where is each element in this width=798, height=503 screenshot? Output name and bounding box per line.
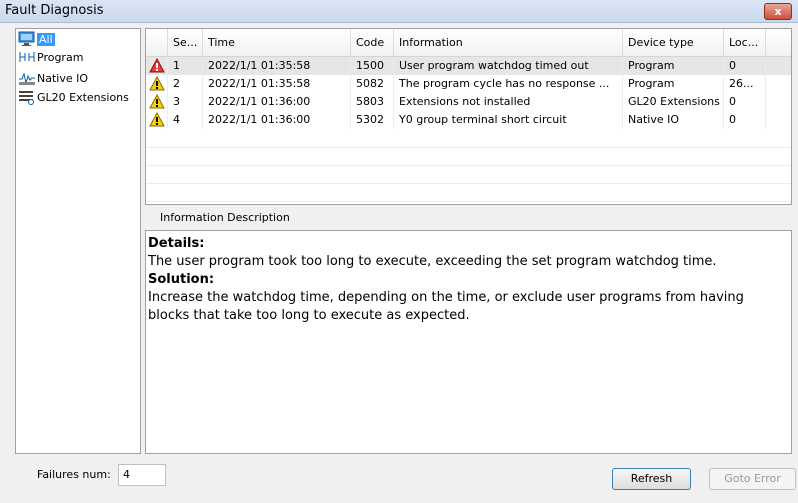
cell-device-type: GL20 Extensions [623,93,724,111]
goto-error-button[interactable]: Goto Error [709,468,796,490]
warning-icon [146,111,168,129]
cell-code: 5082 [351,75,394,93]
solution-heading: Solution: [148,272,215,287]
warning-icon [146,75,168,93]
warning-icon [146,93,168,111]
title-bar: Fault Diagnosis x [0,0,798,23]
table-row[interactable]: 3 2022/1/1 01:36:00 5803 Extensions not … [146,93,791,111]
empty-row [146,129,791,148]
column-header-code[interactable]: Code [351,29,394,56]
cell-information: Extensions not installed [394,93,623,111]
empty-row [146,183,791,202]
tree-item-all[interactable]: All [18,30,55,48]
cell-information: User program watchdog timed out [394,57,623,75]
cell-device-type: Program [623,57,724,75]
empty-row [146,165,791,184]
cell-location: 26... [724,75,766,93]
info-section-label: Information Description [160,211,290,224]
details-text: The user program took too long to execut… [148,254,717,269]
cell-location: 0 [724,111,766,129]
cell-information: The program cycle has no response ... [394,75,623,93]
cell-time: 2022/1/1 01:35:58 [203,75,351,93]
cell-code: 5302 [351,111,394,129]
tree-item-program[interactable]: Program [18,48,83,66]
table-row[interactable]: 2 2022/1/1 01:35:58 5082 The program cyc… [146,75,791,93]
cell-device-type: Native IO [623,111,724,129]
cell-code: 1500 [351,57,394,75]
column-header-seq[interactable]: Se... [168,29,203,56]
tree-item-gl20-extensions[interactable]: GL20 Extensions [18,88,129,106]
refresh-button[interactable]: Refresh [612,468,691,490]
column-header-information[interactable]: Information [394,29,623,56]
tree-item-label: Program [37,50,84,64]
tree-item-native-io[interactable]: Native IO [18,69,88,87]
failures-label: Failures num: [37,468,111,481]
cell-seq: 2 [168,75,203,93]
cell-time: 2022/1/1 01:36:00 [203,93,351,111]
table-row[interactable]: 4 2022/1/1 01:36:00 5302 Y0 group termin… [146,111,791,129]
column-header-time[interactable]: Time [203,29,351,56]
cell-time: 2022/1/1 01:35:58 [203,57,351,75]
cell-seq: 3 [168,93,203,111]
close-button[interactable]: x [764,3,792,20]
column-header-icon [146,29,168,56]
details-heading: Details: [148,236,205,251]
column-header-device-type[interactable]: Device type [623,29,724,56]
ladder-icon [18,49,36,65]
cell-time: 2022/1/1 01:36:00 [203,111,351,129]
tree-item-label: GL20 Extensions [37,90,129,104]
tree-item-label: All [37,32,55,46]
table-header: Se... Time Code Information Device type … [146,29,791,57]
cell-device-type: Program [623,75,724,93]
tree-item-label: Native IO [37,71,89,85]
cell-location: 0 [724,57,766,75]
cell-seq: 1 [168,57,203,75]
device-tree: All Program Native IO GL20 Extensions [15,28,141,454]
empty-row [146,147,791,166]
error-icon [146,57,168,75]
cell-code: 5803 [351,93,394,111]
table-row[interactable]: 1 2022/1/1 01:35:58 1500 User program wa… [146,57,791,75]
cell-information: Y0 group terminal short circuit [394,111,623,129]
cell-location: 0 [724,93,766,111]
fault-table: Se... Time Code Information Device type … [145,28,792,205]
info-description-box: Details: The user program took too long … [145,230,792,454]
window-title: Fault Diagnosis [5,3,104,18]
monitor-icon [18,31,36,47]
solution-text: Increase the watchdog time, depending on… [148,290,744,323]
module-icon [18,89,36,105]
cell-seq: 4 [168,111,203,129]
failures-count-field: 4 [118,464,166,486]
signal-icon [18,70,36,86]
column-header-location[interactable]: Loc... [724,29,766,56]
